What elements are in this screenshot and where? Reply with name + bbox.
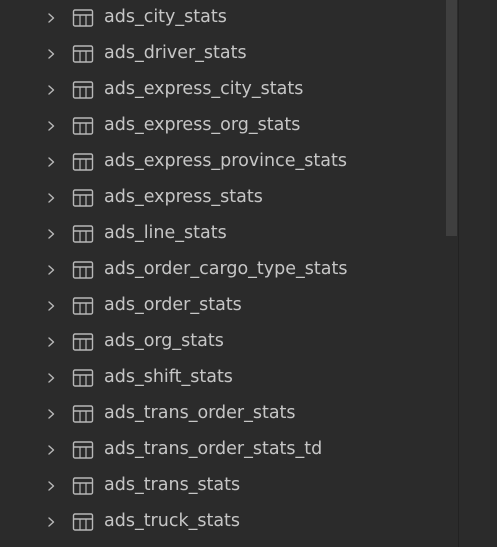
tree-item[interactable]: ads_line_stats [0, 216, 458, 252]
chevron-right-icon[interactable] [44, 227, 58, 241]
tree-item-label: ads_trans_stats [104, 475, 241, 495]
tree-item[interactable]: ads_order_stats [0, 288, 458, 324]
table-icon [72, 297, 94, 315]
database-tree-panel: ads_city_stats ads_driver_stats ads_expres… [0, 0, 497, 547]
tree-item[interactable]: ads_trans_order_stats [0, 396, 458, 432]
chevron-right-icon[interactable] [44, 371, 58, 385]
chevron-right-icon[interactable] [44, 443, 58, 457]
table-icon [72, 405, 94, 423]
tree-item-label: ads_express_city_stats [104, 79, 304, 99]
tree-item-label: ads_order_stats [104, 295, 242, 315]
chevron-right-icon[interactable] [44, 119, 58, 133]
table-icon [72, 81, 94, 99]
table-icon [72, 261, 94, 279]
chevron-right-icon[interactable] [44, 515, 58, 529]
table-icon [72, 189, 94, 207]
tree-item[interactable]: ads_shift_stats [0, 360, 458, 396]
vertical-scrollbar-thumb[interactable] [446, 0, 457, 236]
tree-item-label: ads_express_org_stats [104, 115, 301, 135]
tree-item-label: ads_org_stats [104, 331, 224, 351]
table-icon [72, 513, 94, 531]
table-icon [72, 333, 94, 351]
tree-item[interactable]: ads_express_org_stats [0, 108, 458, 144]
tree-item-label: ads_order_cargo_type_stats [104, 259, 348, 279]
table-tree: ads_city_stats ads_driver_stats ads_expres… [0, 0, 458, 540]
tree-item-label: ads_trans_order_stats_td [104, 439, 323, 459]
tree-item-label: ads_trans_order_stats [104, 403, 296, 423]
table-icon [72, 117, 94, 135]
tree-item[interactable]: ads_express_province_stats [0, 144, 458, 180]
right-pane [459, 0, 497, 547]
tree-item-label: ads_line_stats [104, 223, 227, 243]
chevron-right-icon[interactable] [44, 407, 58, 421]
tree-item[interactable]: ads_order_cargo_type_stats [0, 252, 458, 288]
tree-item-label: ads_shift_stats [104, 367, 233, 387]
tree-item-label: ads_city_stats [104, 7, 227, 27]
chevron-right-icon[interactable] [44, 11, 58, 25]
chevron-right-icon[interactable] [44, 155, 58, 169]
chevron-right-icon[interactable] [44, 83, 58, 97]
tree-item-label: ads_express_province_stats [104, 151, 347, 171]
tree-item-label: ads_express_stats [104, 187, 263, 207]
chevron-right-icon[interactable] [44, 479, 58, 493]
tree-item[interactable]: ads_driver_stats [0, 36, 458, 72]
table-icon [72, 477, 94, 495]
table-icon [72, 441, 94, 459]
tree-item[interactable]: ads_city_stats [0, 0, 458, 36]
table-icon [72, 225, 94, 243]
tree-item[interactable]: ads_express_stats [0, 180, 458, 216]
table-icon [72, 45, 94, 63]
tree-item[interactable]: ads_truck_stats [0, 504, 458, 540]
chevron-right-icon[interactable] [44, 335, 58, 349]
chevron-right-icon[interactable] [44, 299, 58, 313]
table-icon [72, 369, 94, 387]
table-icon [72, 153, 94, 171]
chevron-right-icon[interactable] [44, 47, 58, 61]
chevron-right-icon[interactable] [44, 191, 58, 205]
tree-item-label: ads_truck_stats [104, 511, 241, 531]
tree-item[interactable]: ads_trans_order_stats_td [0, 432, 458, 468]
chevron-right-icon[interactable] [44, 263, 58, 277]
tree-item[interactable]: ads_trans_stats [0, 468, 458, 504]
tree-item-label: ads_driver_stats [104, 43, 247, 63]
tree-item[interactable]: ads_express_city_stats [0, 72, 458, 108]
tree-item[interactable]: ads_org_stats [0, 324, 458, 360]
table-icon [72, 9, 94, 27]
